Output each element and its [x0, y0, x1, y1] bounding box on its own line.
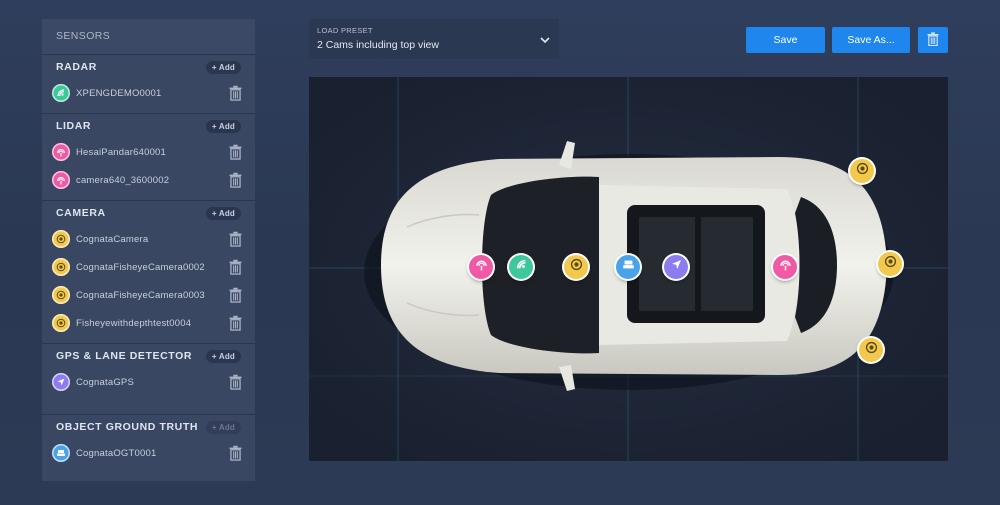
- trash-icon[interactable]: [227, 314, 243, 332]
- sensor-marker-radar[interactable]: [509, 255, 533, 279]
- lidar-icon: [52, 143, 70, 161]
- gps-icon: [52, 373, 70, 391]
- camera-icon: [856, 162, 869, 180]
- sensor-name: CognataOGT0001: [76, 447, 157, 459]
- sensors-header: SENSORS: [42, 19, 255, 54]
- section-header: OBJECT GROUND TRUTH + Add: [42, 415, 255, 439]
- camera-icon: [884, 255, 897, 273]
- trash-icon[interactable]: [227, 258, 243, 276]
- camera-icon: [52, 286, 70, 304]
- sensor-item[interactable]: XPENGDEMO0001: [42, 79, 255, 107]
- section-header: LIDAR + Add: [42, 114, 255, 138]
- radar-icon: [52, 84, 70, 102]
- section-header: RADAR + Add: [42, 55, 255, 79]
- sensor-marker-camera[interactable]: [859, 338, 883, 362]
- sensor-marker-lidar[interactable]: [773, 255, 797, 279]
- add-sensor-button[interactable]: + Add: [205, 60, 241, 74]
- save-button[interactable]: Save: [746, 27, 825, 53]
- lidar-icon: [779, 258, 792, 276]
- sensor-name: Fisheyewithdepthtest0004: [76, 317, 192, 329]
- camera-icon: [570, 258, 583, 276]
- add-sensor-button[interactable]: + Add: [205, 349, 241, 363]
- sensor-item[interactable]: HesaiPandar640001: [42, 138, 255, 166]
- trash-icon[interactable]: [227, 143, 243, 161]
- sensors-panel: SENSORS RADAR + Add XPENGDEMO0001 LIDAR + Ad…: [42, 19, 255, 481]
- sensor-marker-lidar[interactable]: [469, 255, 493, 279]
- sensor-item[interactable]: CognataFisheyeCamera0002: [42, 253, 255, 281]
- section-title: LIDAR: [56, 120, 92, 132]
- add-sensor-button[interactable]: + Add: [205, 420, 241, 434]
- sensor-name: camera640_3600002: [76, 174, 170, 186]
- sensor-item[interactable]: CognataOGT0001: [42, 439, 255, 467]
- ogt-icon: [622, 258, 635, 276]
- section-title: RADAR: [56, 61, 97, 73]
- trash-icon: [927, 31, 939, 49]
- section-title: CAMERA: [56, 207, 106, 219]
- sensor-name: HesaiPandar640001: [76, 146, 167, 158]
- sensor-section-gps-lane-detector: GPS & LANE DETECTOR + Add CognataGPS: [42, 343, 255, 402]
- trash-icon[interactable]: [227, 444, 243, 462]
- trash-icon[interactable]: [227, 286, 243, 304]
- ogt-icon: [52, 444, 70, 462]
- camera-icon: [52, 314, 70, 332]
- sensor-name: CognataCamera: [76, 233, 149, 245]
- sensor-section-radar: RADAR + Add XPENGDEMO0001: [42, 54, 255, 113]
- load-preset-dropdown[interactable]: LOAD PRESET 2 Cams including top view: [309, 19, 559, 59]
- sensor-item[interactable]: CognataGPS: [42, 368, 255, 396]
- section-header: GPS & LANE DETECTOR + Add: [42, 344, 255, 368]
- trash-icon[interactable]: [227, 84, 243, 102]
- sensor-section-object-ground-truth: OBJECT GROUND TRUTH + Add CognataOGT0001: [42, 414, 255, 473]
- camera-icon: [52, 258, 70, 276]
- gps-icon: [670, 258, 683, 276]
- sensor-sections: RADAR + Add XPENGDEMO0001 LIDAR + Add HesaiPa…: [42, 54, 255, 473]
- add-sensor-button[interactable]: + Add: [205, 119, 241, 133]
- camera-icon: [865, 341, 878, 359]
- trash-icon[interactable]: [227, 373, 243, 391]
- sensor-marker-ogt[interactable]: [616, 255, 640, 279]
- section-title: OBJECT GROUND TRUTH: [56, 421, 199, 433]
- sensor-name: CognataFisheyeCamera0002: [76, 261, 205, 273]
- section-title: GPS & LANE DETECTOR: [56, 350, 193, 362]
- sensor-section-lidar: LIDAR + Add HesaiPandar640001 camera640_360…: [42, 113, 255, 200]
- sensor-name: XPENGDEMO0001: [76, 87, 162, 99]
- section-header: CAMERA + Add: [42, 201, 255, 225]
- delete-preset-button[interactable]: [918, 27, 948, 53]
- trash-icon[interactable]: [227, 171, 243, 189]
- sensor-name: CognataFisheyeCamera0003: [76, 289, 205, 301]
- save-as-button[interactable]: Save As...: [832, 27, 910, 53]
- camera-icon: [52, 230, 70, 248]
- lidar-icon: [475, 258, 488, 276]
- lidar-icon: [52, 171, 70, 189]
- trash-icon[interactable]: [227, 230, 243, 248]
- chevron-down-icon: [539, 33, 551, 51]
- sensor-item[interactable]: camera640_3600002: [42, 166, 255, 194]
- vehicle-viewport[interactable]: [309, 77, 948, 461]
- radar-icon: [515, 258, 528, 276]
- add-sensor-button[interactable]: + Add: [205, 206, 241, 220]
- sensor-item[interactable]: Fisheyewithdepthtest0004: [42, 309, 255, 337]
- sensor-item[interactable]: CognataCamera: [42, 225, 255, 253]
- sensor-marker-camera[interactable]: [564, 255, 588, 279]
- preset-label: LOAD PRESET: [317, 26, 373, 35]
- sensor-item[interactable]: CognataFisheyeCamera0003: [42, 281, 255, 309]
- sensor-marker-camera[interactable]: [878, 252, 902, 276]
- sensor-marker-gps[interactable]: [664, 255, 688, 279]
- sensor-section-camera: CAMERA + Add CognataCamera CognataFisheyeCa…: [42, 200, 255, 343]
- sensor-name: CognataGPS: [76, 376, 134, 388]
- preset-value: 2 Cams including top view: [317, 39, 439, 51]
- sensor-marker-camera[interactable]: [850, 159, 874, 183]
